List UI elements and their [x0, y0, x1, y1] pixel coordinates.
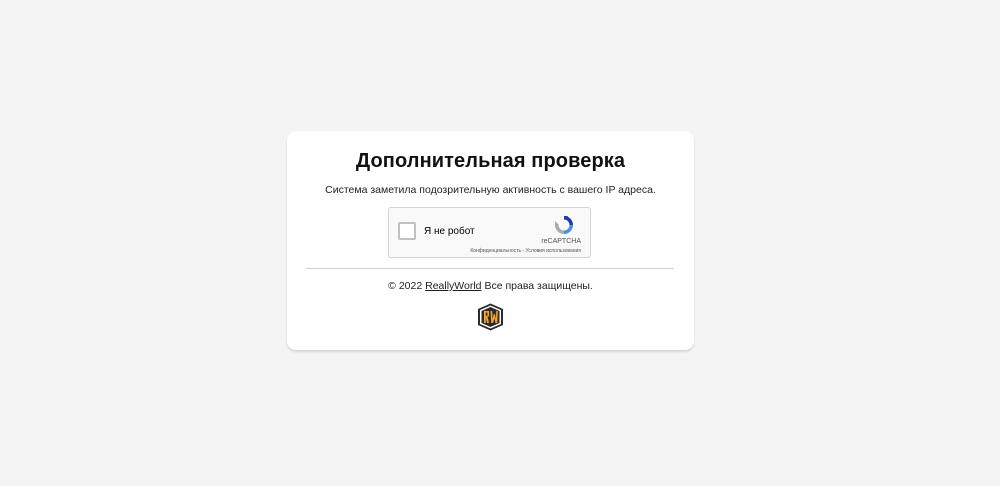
- reallyworld-logo-icon: [478, 303, 503, 331]
- recaptcha-logo-icon: [555, 216, 573, 234]
- privacy-link[interactable]: Конфиденциальность: [470, 248, 521, 254]
- page-title: Дополнительная проверка: [355, 150, 626, 172]
- recaptcha-brand: reCAPTCHA: [541, 238, 581, 245]
- verification-message: Система заметила подозрительную активнос…: [325, 184, 656, 196]
- recaptcha-label: Я не робот: [424, 226, 475, 237]
- recaptcha-widget: Я не робот reCAPTCHA Конфиденциальность …: [388, 207, 591, 258]
- recaptcha-checkbox[interactable]: [398, 222, 416, 240]
- footer-copyright: © 2022 ReallyWorld Все права защищены.: [287, 280, 694, 292]
- copyright-prefix: © 2022: [388, 280, 423, 292]
- divider: [306, 268, 674, 269]
- brand-link[interactable]: ReallyWorld: [425, 280, 481, 292]
- terms-link[interactable]: Условия использования: [526, 248, 582, 254]
- recaptcha-links: Конфиденциальность - Условия использован…: [470, 248, 581, 254]
- rights-text: Все права защищены.: [484, 280, 593, 292]
- verification-card: Дополнительная проверка Система заметила…: [287, 131, 694, 350]
